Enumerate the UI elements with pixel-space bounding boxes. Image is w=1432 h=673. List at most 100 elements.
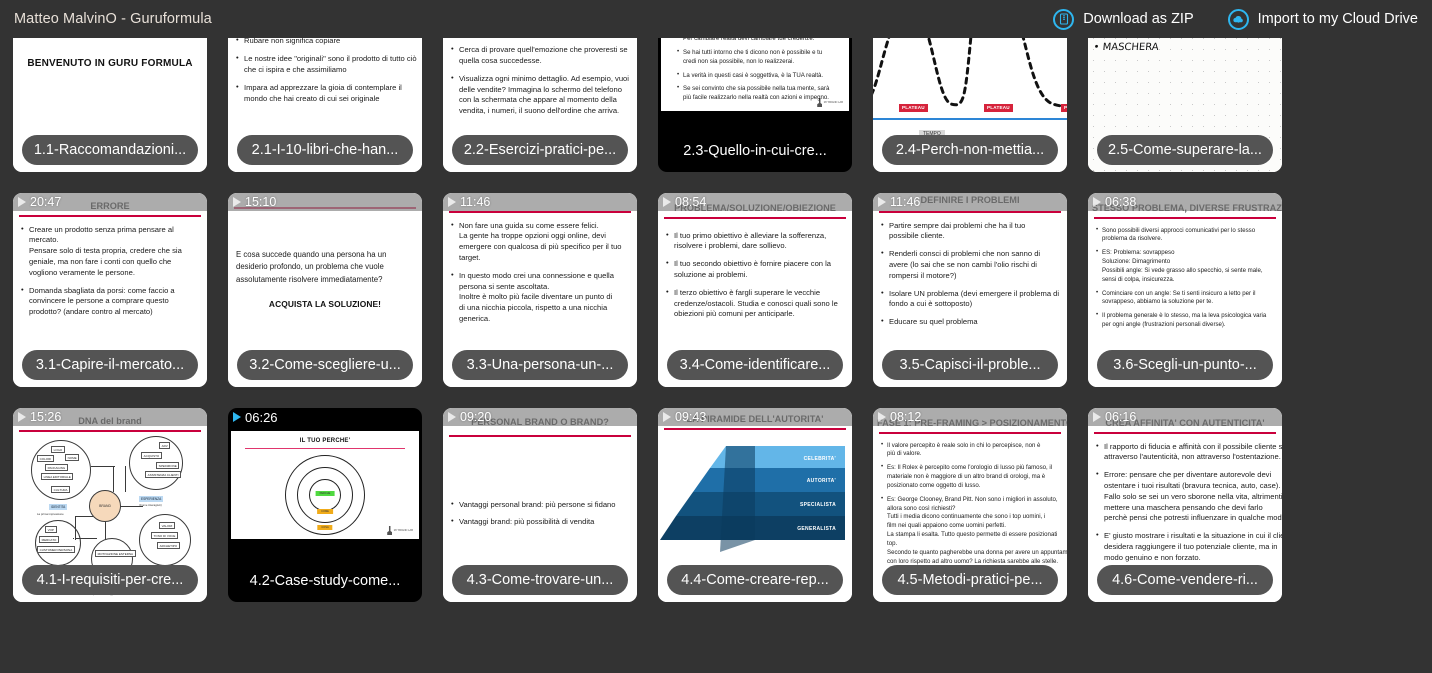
download-as-zip-button[interactable]: Download as ZIP [1053, 8, 1194, 30]
slide-rule [664, 428, 846, 430]
mindmap-connector [105, 522, 107, 540]
video-card[interactable]: CREA AFFINITA' CON AUTENTICITA' Il rappo… [1088, 408, 1282, 602]
slide-preview: Paradigmi, tue credenze determinano quel… [661, 38, 849, 111]
video-card[interactable]: NUOVA IDEA NUOVA IDEA PLATEAU PLATEAU PL… [873, 38, 1067, 172]
mindmap-label: VOP [45, 526, 57, 534]
slide-heading: DNA del brand [78, 416, 142, 426]
video-card[interactable]: LA PIRAMIDE DELL'AUTORITA' CELEBRITA' AU… [658, 408, 852, 602]
brand-watermark: MY BRAND LAB [817, 98, 843, 107]
slide-heading: ERRORE [90, 201, 130, 211]
mindmap-label: ARCHETIPO [157, 542, 180, 550]
video-title[interactable]: 4.2-Case-study-come... [237, 564, 413, 598]
slide-body: Partire sempre dai problemi che ha il tu… [873, 213, 1067, 328]
import-to-cloud-drive-label: Import to my Cloud Drive [1257, 11, 1418, 27]
slide-body: Il tuo primo obiettivo è alleviare la so… [658, 219, 852, 320]
video-title[interactable]: 4.4-Come-creare-rep... [667, 565, 843, 595]
thumbnail-grid-scroll-area[interactable]: BENVENUTO IN GURU FORMULA 01:06 1.1-Racc… [0, 38, 1432, 673]
slide-bullet: Domanda sbagliata da porsi: come faccio … [21, 284, 207, 318]
mindmap-connector [113, 466, 115, 492]
pyramid-tier-label: SPECIALISTA [800, 502, 836, 508]
video-title[interactable]: 3.4-Come-identificare... [667, 350, 843, 380]
slide-bullet: In questo modo crei una connessione e qu… [451, 270, 637, 325]
video-card[interactable]: PROBLEMA/SOLUZIONE/OBIEZIONE Il tuo prim… [658, 193, 852, 387]
video-title[interactable]: 2.3-Quello-in-cui-cre... [667, 134, 843, 168]
mindmap-label: MOTIVAZIONE ESTERNA [95, 550, 136, 558]
time-axis [873, 118, 1067, 120]
video-title[interactable]: 3.3-Una-persona-un-... [452, 350, 628, 380]
video-title[interactable]: 4.3-Come-trovare-un... [452, 565, 628, 595]
slide-body: Non fare una guida su come essere felici… [443, 213, 637, 325]
video-title[interactable]: 2.2-Esercizi-pratici-pe... [452, 135, 628, 165]
mindmap-core-node: BRAND [89, 490, 121, 522]
video-title[interactable]: 2.5-Come-superare-la... [1097, 135, 1273, 165]
video-card[interactable]: Paradigmi, tue credenze determinano quel… [658, 38, 852, 172]
video-title[interactable]: 3.1-Capire-il-mercato... [22, 350, 198, 380]
mindmap-label: LINEA EDITORIALE [41, 473, 74, 481]
slide-bullet: Il terzo obiettivo è fargli superare le … [666, 287, 852, 320]
slide-preview: IL TUO PERCHE' PERCHE COME COSA MY BRAND… [231, 431, 419, 539]
slide-bullet: ES: Problema: sovrappeso Soluzione: Dima… [1096, 248, 1282, 284]
mindmap-label: PACKAGING [45, 464, 68, 472]
slide-heading: PERSONAL BRAND O BRAND? [471, 417, 609, 427]
slide-bullet: Il tuo primo obiettivo è alleviare la so… [666, 230, 852, 253]
watermark-text: MY BRAND LAB [823, 100, 843, 104]
slide-emphasis: ACQUISTA LA SOLUZIONE! [268, 299, 382, 309]
slide-bullet: Isolare UN problema (devi emergere il pr… [881, 288, 1067, 311]
video-title[interactable]: 3.5-Capisci-il-proble... [882, 350, 1058, 380]
mindmap-label: ADV [159, 442, 171, 450]
slide-bullet: Rubare non significa copiare [236, 38, 422, 47]
pyramid-tier-label: GENERALISTA [797, 526, 836, 532]
slide-bullet: Es: George Clooney, Brand Pitt. Non sono… [881, 495, 1067, 567]
mindmap-connector [75, 516, 77, 540]
slide-heading: FASE 1: PRE-FRAMING > POSIZIONAMENTO [877, 418, 1067, 428]
mindmap-label: VALORI [159, 522, 175, 530]
video-card[interactable]: DNA del brand BRAND LOGO COLORI NOME PAC… [13, 408, 207, 602]
video-title[interactable]: 4.5-Metodi-pratici-pe... [882, 565, 1058, 595]
mindmap-connector [75, 516, 93, 518]
slide-heading: STESSO PROBLEMA, DIVERSE FRUSTRAZIONI [1092, 203, 1282, 213]
video-card[interactable]: BENVENUTO IN GURU FORMULA 01:06 1.1-Racc… [13, 38, 207, 172]
slide-heading: PROBLEMA/SOLUZIONE/OBIEZIONE [674, 203, 836, 213]
slide-body: Sono possibili diversi approcci comunica… [1088, 219, 1282, 330]
slide-bullet: Il tuo secondo obiettivo è fornire piace… [666, 258, 852, 281]
video-card[interactable]: ZONA DI COMFORT ZONA DI PAURA ZONA D • C… [1088, 38, 1282, 172]
slide-bullet: Non fare una guida su come essere felici… [451, 220, 637, 264]
video-title[interactable]: 3.2-Come-scegliere-u... [237, 350, 413, 380]
slide-rule [19, 430, 201, 432]
slide-bullet: Cominciare con un angle: Se ti senti ins… [1096, 289, 1282, 308]
slide-bullet: Es: Il Rolex è percepito come l'orologio… [881, 463, 1067, 490]
lab-flask-icon [387, 526, 393, 535]
video-card[interactable]: IL TUO PERCHE' PERCHE COME COSA MY BRAND… [228, 408, 422, 602]
why-chip: PERCHE [315, 491, 335, 496]
slide-bullet: Sono possibili diversi approcci comunica… [1096, 226, 1282, 245]
slide-body: Creare un prodotto senza prima pensare a… [13, 217, 207, 318]
video-title[interactable]: 1.1-Raccomandazioni... [22, 135, 198, 165]
thumbnail-grid: BENVENUTO IN GURU FORMULA 01:06 1.1-Racc… [13, 38, 1421, 602]
video-title[interactable]: 2.4-Perch-non-mettia... [882, 135, 1058, 165]
video-card[interactable]: Non fare una guida su come essere felici… [443, 193, 637, 387]
video-card[interactable]: STESSO PROBLEMA, DIVERSE FRUSTRAZIONI So… [1088, 193, 1282, 387]
slide-body: Paradigmi, tue credenze determinano quel… [661, 38, 849, 103]
video-card[interactable]: ERRORE Creare un prodotto senza prima pe… [13, 193, 207, 387]
mindmap-label: SPEDIZIONE [156, 462, 180, 470]
video-card[interactable]: Punti chiave La creatività va stimolata … [228, 38, 422, 172]
mindmap-label: NOME [65, 454, 80, 462]
video-title[interactable]: 4.1-I-requisiti-per-cre... [22, 565, 198, 595]
mindmap-label: ACQUISTO [141, 452, 162, 460]
mindmap-label: TONO DI VOCE [151, 532, 178, 540]
slide-bullet: Paradigmi, tue credenze determinano quel… [677, 38, 835, 44]
mindmap-label: MERCATO [39, 536, 59, 544]
video-card[interactable]: DEFINIRE I PROBLEMI Partire sempre dai p… [873, 193, 1067, 387]
video-card[interactable]: E cosa succede quando una persona ha un … [228, 193, 422, 387]
video-card[interactable]: PERSONAL BRAND O BRAND? Vantaggi persona… [443, 408, 637, 602]
import-to-cloud-drive-button[interactable]: Import to my Cloud Drive [1227, 8, 1418, 30]
video-card[interactable]: FASE 1: PRE-FRAMING > POSIZIONAMENTO Il … [873, 408, 1067, 602]
slide-bullet: Impara ad apprezzare la gioia di contemp… [236, 82, 422, 105]
slide-bullet: Errore: pensare che per diventare autore… [1096, 469, 1282, 524]
mindmap-label: LOGO [51, 446, 65, 454]
video-title[interactable]: 2.1-I-10-libri-che-han... [237, 135, 413, 165]
video-title[interactable]: 3.6-Scegli-un-punto-... [1097, 350, 1273, 380]
slide-paragraph: E cosa succede quando una persona ha un … [236, 249, 387, 284]
video-title[interactable]: 4.6-Come-vendere-ri... [1097, 565, 1273, 595]
video-card[interactable]: Visualizzazione Chiudi gli occhi e immag… [443, 38, 637, 172]
